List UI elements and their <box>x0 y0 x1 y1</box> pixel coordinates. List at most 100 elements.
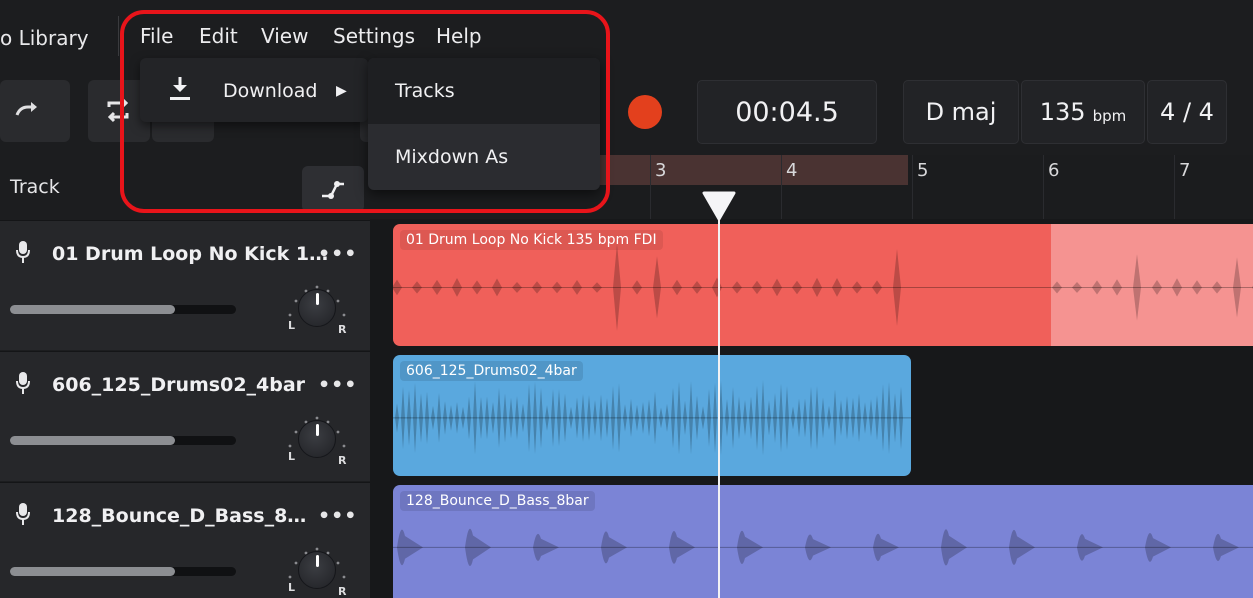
waveform-peak <box>1172 278 1182 297</box>
waveform-peak <box>397 529 423 566</box>
pan-knob[interactable] <box>298 289 336 327</box>
volume-slider[interactable] <box>10 567 236 576</box>
microphone-icon <box>16 503 30 525</box>
playhead-line <box>718 196 720 598</box>
waveform-peak <box>515 395 519 440</box>
waveform-peak <box>432 279 442 295</box>
waveform-peak <box>761 380 765 456</box>
waveform-peak <box>669 531 695 564</box>
waveform-peak <box>773 392 777 443</box>
pan-left-label: L <box>288 319 296 332</box>
volume-slider[interactable] <box>10 305 236 314</box>
waveform-peak <box>532 281 542 294</box>
waveform-peak <box>1145 532 1171 562</box>
waveform-peak <box>863 402 867 434</box>
arrangement-area[interactable]: 3 4 5 6 7 01 Drum Loop No Kick 135 bpm F… <box>370 155 1253 598</box>
waveform-peak <box>839 399 843 437</box>
tempo-unit: bpm <box>1092 107 1127 125</box>
waveform-peak <box>581 393 585 442</box>
waveform-peak <box>473 381 477 455</box>
waveform-peak <box>563 393 567 443</box>
waveform-peak <box>587 395 591 441</box>
ruler-bar-line <box>781 155 782 219</box>
waveform-peak <box>465 528 491 567</box>
waveform-peak <box>533 381 537 455</box>
waveform-peak <box>1112 279 1122 296</box>
pan-knob-indicator <box>316 293 319 305</box>
pan-knob-indicator <box>316 555 319 567</box>
waveform-peak <box>683 400 687 436</box>
waveform-peak <box>449 404 453 431</box>
loop-region[interactable] <box>596 155 908 185</box>
track-more-button[interactable]: ••• <box>318 505 357 527</box>
volume-fill <box>10 305 175 314</box>
waveform-peak <box>551 389 555 447</box>
record-button[interactable] <box>600 80 690 144</box>
waveform-peak <box>641 401 645 434</box>
ruler-bar-line <box>1043 155 1044 219</box>
waveform-peak <box>485 396 489 440</box>
waveform-peak <box>431 405 435 430</box>
track-name[interactable]: 128_Bounce_D_Bass_8… <box>52 505 306 527</box>
time-signature-display[interactable]: 4 / 4 <box>1147 80 1227 144</box>
track-name[interactable]: 01 Drum Loop No Kick 1… <box>52 243 328 265</box>
pan-right-label: R <box>338 323 347 336</box>
waveform-peak <box>443 401 447 435</box>
waveform-peak <box>881 384 885 452</box>
waveform-peak <box>1192 280 1202 295</box>
waveform-peak <box>815 385 819 451</box>
track-column-label: Track <box>10 176 60 198</box>
waveform-peak <box>452 278 462 297</box>
waveform-peak <box>803 398 807 438</box>
track-more-button[interactable]: ••• <box>318 374 357 396</box>
library-tab[interactable]: o Library <box>0 26 89 50</box>
clip-label: 01 Drum Loop No Kick 135 bpm FDI <box>400 230 663 250</box>
waveform-peak <box>635 404 639 432</box>
ruler-bar-line <box>650 155 651 219</box>
waveform-peak <box>797 398 801 438</box>
audio-clip-2[interactable]: 606_125_Drums02_4bar <box>393 355 911 476</box>
ruler-bar-line <box>1174 155 1175 219</box>
waveform-peak <box>533 533 559 561</box>
waveform-peak <box>572 280 582 295</box>
tempo-value: 135 <box>1039 98 1086 126</box>
track-header-1[interactable]: 01 Drum Loop No Kick 1… ••• L R <box>0 220 370 350</box>
waveform-peak <box>755 385 759 451</box>
playhead-handle-icon[interactable] <box>702 191 736 221</box>
waveform-peak <box>395 403 399 433</box>
waveform-peak <box>821 397 825 439</box>
waveform-peak <box>792 280 802 295</box>
pan-knob[interactable] <box>298 551 336 589</box>
key-display[interactable]: D maj <box>903 80 1019 144</box>
waveform-peak <box>1009 529 1035 565</box>
waveform-peak <box>1233 257 1241 318</box>
ruler-bar-number: 7 <box>1179 160 1191 181</box>
waveform-peak <box>893 248 901 326</box>
track-more-button[interactable]: ••• <box>318 243 357 265</box>
ruler-bar-number: 3 <box>655 160 667 181</box>
waveform-peak <box>1052 281 1062 294</box>
tempo-display[interactable]: 135 bpm <box>1021 80 1145 144</box>
audio-clip-3[interactable]: 128_Bounce_D_Bass_8bar <box>393 485 1253 598</box>
redo-button[interactable] <box>0 80 70 142</box>
clip-label: 606_125_Drums02_4bar <box>400 361 583 381</box>
track-name[interactable]: 606_125_Drums02_4bar <box>52 374 305 396</box>
waveform-peak <box>772 278 782 297</box>
waveform-peak <box>412 281 422 294</box>
audio-clip-1[interactable]: 01 Drum Loop No Kick 135 bpm FDI <box>393 224 1253 346</box>
waveform-peak <box>467 396 471 440</box>
pan-right-label: R <box>338 454 347 467</box>
volume-slider[interactable] <box>10 436 236 445</box>
ruler-bar-number: 5 <box>917 160 929 181</box>
waveform-peak <box>1212 281 1222 294</box>
waveform-peak <box>857 393 861 443</box>
waveform-peak <box>692 281 702 294</box>
track-header-3[interactable]: 128_Bounce_D_Bass_8… ••• L R <box>0 482 370 598</box>
waveform-peak <box>845 396 849 440</box>
time-display[interactable]: 00:04.5 <box>697 80 877 144</box>
waveform-peak <box>665 403 669 432</box>
waveform-peak <box>491 402 495 434</box>
waveform-peak <box>613 243 621 331</box>
pan-knob[interactable] <box>298 420 336 458</box>
track-header-2[interactable]: 606_125_Drums02_4bar ••• L R <box>0 351 370 481</box>
